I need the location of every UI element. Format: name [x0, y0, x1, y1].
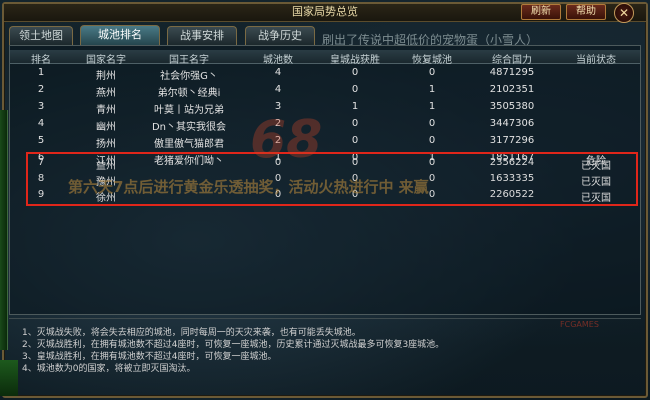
cell-country: 燕州: [96, 88, 116, 99]
cell-rank: 3: [37, 101, 45, 112]
cell-cities: 4: [274, 84, 282, 95]
note-item: 4、城池数为0的国家，将被立即灭国淘汰。: [22, 364, 196, 374]
cell-wins: 0: [351, 135, 359, 146]
refresh-button[interactable]: 刷新: [521, 4, 561, 20]
rules-notes: 1、灭城战失败，将会失去相应的城池，同时每周一的天灾来袭，也有可能丢失城池。 2…: [22, 327, 622, 375]
note-item: 3、皇城战胜利，在拥有城池数不超过4座时，可恢复一座城池。: [22, 352, 277, 362]
cell-country: 扬州: [96, 139, 116, 150]
header-country: 国家名字: [86, 55, 126, 66]
cell-rank: 4: [37, 118, 45, 129]
divider: [9, 318, 641, 319]
table-row[interactable]: 2 燕州 弟尔顿丶经典i 4 0 1 2102351: [10, 82, 640, 99]
cell-rank: 2: [37, 84, 45, 95]
cell-country: 幽州: [96, 122, 116, 133]
tab-war-schedule[interactable]: 战事安排: [167, 26, 237, 45]
cell-king: 傲里傲气猫郎君: [154, 139, 224, 150]
watermark-promo: 第六天7点后进行黄金乐透抽奖，活动火热进行中 来赢: [68, 178, 429, 196]
table-row[interactable]: 5 扬州 傲里傲气猫郎君 2 0 0 3177296: [10, 133, 640, 150]
cell-recover: 1: [428, 101, 436, 112]
cell-recover: 0: [428, 118, 436, 129]
cell-power: 3505380: [489, 101, 535, 112]
cell-recover: 0: [428, 135, 436, 146]
cell-king: 叶莫丨站为兄弟: [154, 105, 224, 116]
header-wins: 皇城战获胜: [330, 55, 380, 66]
note-item: 2、灭城战胜利，在拥有城池数不超过4座时，可恢复一座城池，历史累计通过灭城战最多…: [22, 340, 445, 350]
cell-cities: 4: [274, 67, 282, 78]
header-rank: 排名: [31, 55, 51, 66]
header-king: 国王名字: [169, 55, 209, 66]
table-row[interactable]: 1 荆州 社会你强G丶 4 0 0 4871295: [10, 65, 640, 82]
header-recover: 恢复城池: [412, 55, 452, 66]
cell-country: 青州: [96, 105, 116, 116]
left-side-bar: [0, 110, 8, 350]
note-item: 1、灭城战失败，将会失去相应的城池，同时每周一的天灾来袭，也有可能丢失城池。: [22, 328, 361, 338]
table-row[interactable]: 3 青州 叶莫丨站为兄弟 3 1 1 3505380: [10, 99, 640, 116]
left-side-ornament: [0, 360, 18, 396]
help-button[interactable]: 帮助: [566, 4, 606, 20]
watermark-logo: 68: [250, 110, 323, 170]
cell-rank: 1: [37, 67, 45, 78]
cell-country: 荆州: [96, 71, 116, 82]
header-cities: 城池数: [263, 55, 293, 66]
cell-power: 4871295: [489, 67, 535, 78]
table-row[interactable]: 4 幽州 Dn丶其实我很会 2 0 0 3447306: [10, 116, 640, 133]
scrolling-announcement: 刷出了传说中超低价的宠物蛋（小雪人）: [322, 33, 539, 45]
tab-city-ranking[interactable]: 城池排名: [80, 25, 160, 46]
tab-war-history[interactable]: 战争历史: [245, 26, 315, 45]
cell-rank: 5: [37, 135, 45, 146]
cell-wins: 1: [351, 101, 359, 112]
cell-wins: 0: [351, 118, 359, 129]
cell-king: 社会你强G丶: [160, 71, 218, 82]
close-icon[interactable]: ✕: [614, 3, 634, 23]
cell-power: 2102351: [489, 84, 535, 95]
table-header: 排名 国家名字 国王名字 城池数 皇城战获胜 恢复城池 综合国力 当前状态: [10, 50, 640, 66]
cell-king: 弟尔顿丶经典i: [157, 88, 221, 99]
cell-power: 3177296: [489, 135, 535, 146]
header-power: 综合国力: [492, 55, 532, 66]
cell-recover: 0: [428, 67, 436, 78]
header-status: 当前状态: [576, 55, 616, 66]
cell-power: 3447306: [489, 118, 535, 129]
cell-wins: 0: [351, 67, 359, 78]
tab-territory-map[interactable]: 领土地图: [9, 26, 73, 45]
cell-recover: 1: [428, 84, 436, 95]
cell-king: Dn丶其实我很会: [151, 122, 227, 133]
cell-wins: 0: [351, 84, 359, 95]
